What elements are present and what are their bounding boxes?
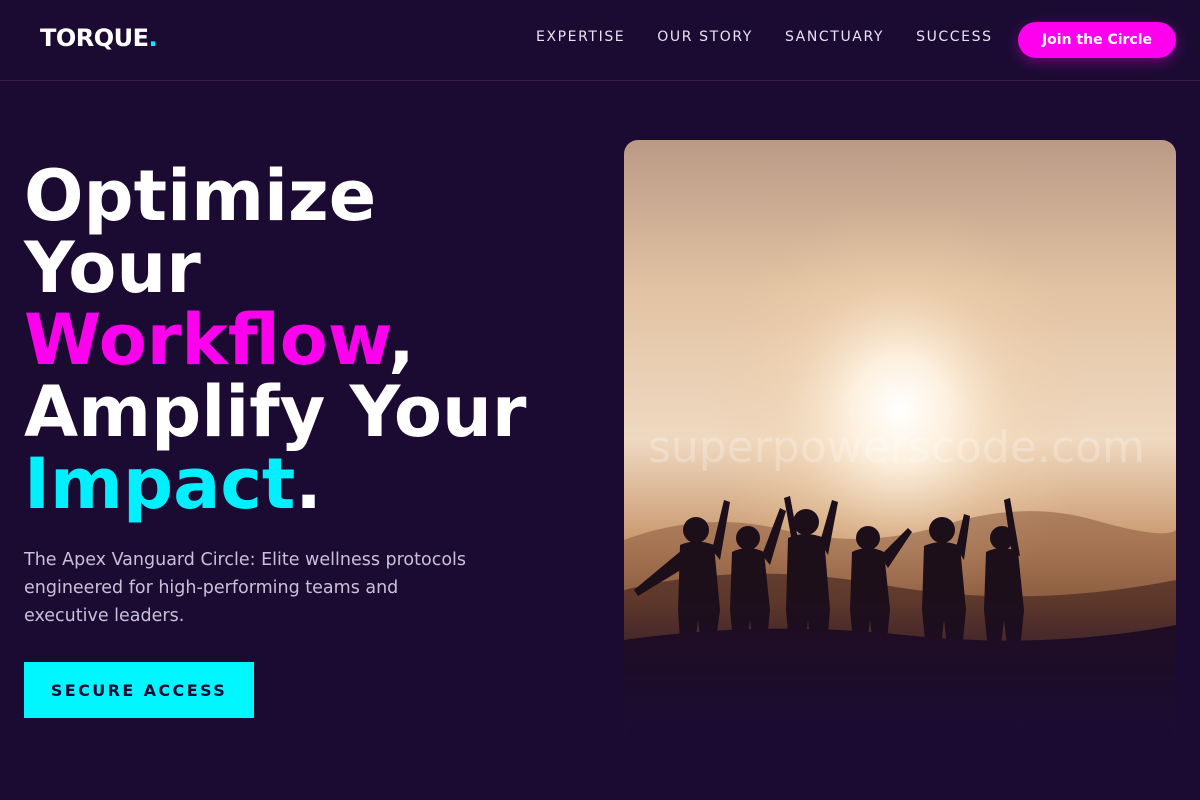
nav-link-expertise[interactable]: EXPERTISE	[536, 29, 625, 45]
join-circle-button[interactable]: Join the Circle	[1018, 22, 1176, 58]
hero-title-line-3: Workflow,	[24, 304, 604, 376]
brand-dot: .	[148, 24, 158, 52]
hero-title: Optimize Your Workflow, Amplify Your Imp…	[24, 160, 604, 520]
hero-title-line-4: Amplify Your	[24, 371, 527, 453]
hero-title-line-1: Optimize	[24, 155, 377, 237]
hero-title-comma: ,	[388, 299, 415, 381]
sunset-group-photo: superpowerscode.com	[624, 140, 1176, 740]
secure-access-button[interactable]: SECURE ACCESS	[24, 662, 254, 718]
hero-image: superpowerscode.com	[624, 140, 1176, 740]
hero-subtitle: The Apex Vanguard Circle: Elite wellness…	[24, 550, 467, 626]
navbar: TORQUE. EXPERTISE OUR STORY SANCTUARY SU…	[0, 0, 1200, 81]
image-watermark: superpowerscode.com	[648, 422, 1145, 473]
hero-highlight-workflow: Workflow	[24, 299, 389, 381]
nav-links: EXPERTISE OUR STORY SANCTUARY SUCCESS	[536, 29, 1025, 45]
hero-title-period: .	[295, 443, 322, 525]
brand-logo[interactable]: TORQUE.	[40, 24, 158, 52]
hero-title-line-2: Your	[24, 227, 201, 309]
nav-link-success[interactable]: SUCCESS	[916, 29, 993, 45]
brand-name: TORQUE	[40, 24, 149, 52]
nav-link-our-story[interactable]: OUR STORY	[657, 29, 753, 45]
hero-title-line-5: Impact.	[24, 448, 604, 520]
nav-link-sanctuary[interactable]: SANCTUARY	[785, 29, 884, 45]
hero-highlight-impact: Impact	[24, 443, 296, 525]
